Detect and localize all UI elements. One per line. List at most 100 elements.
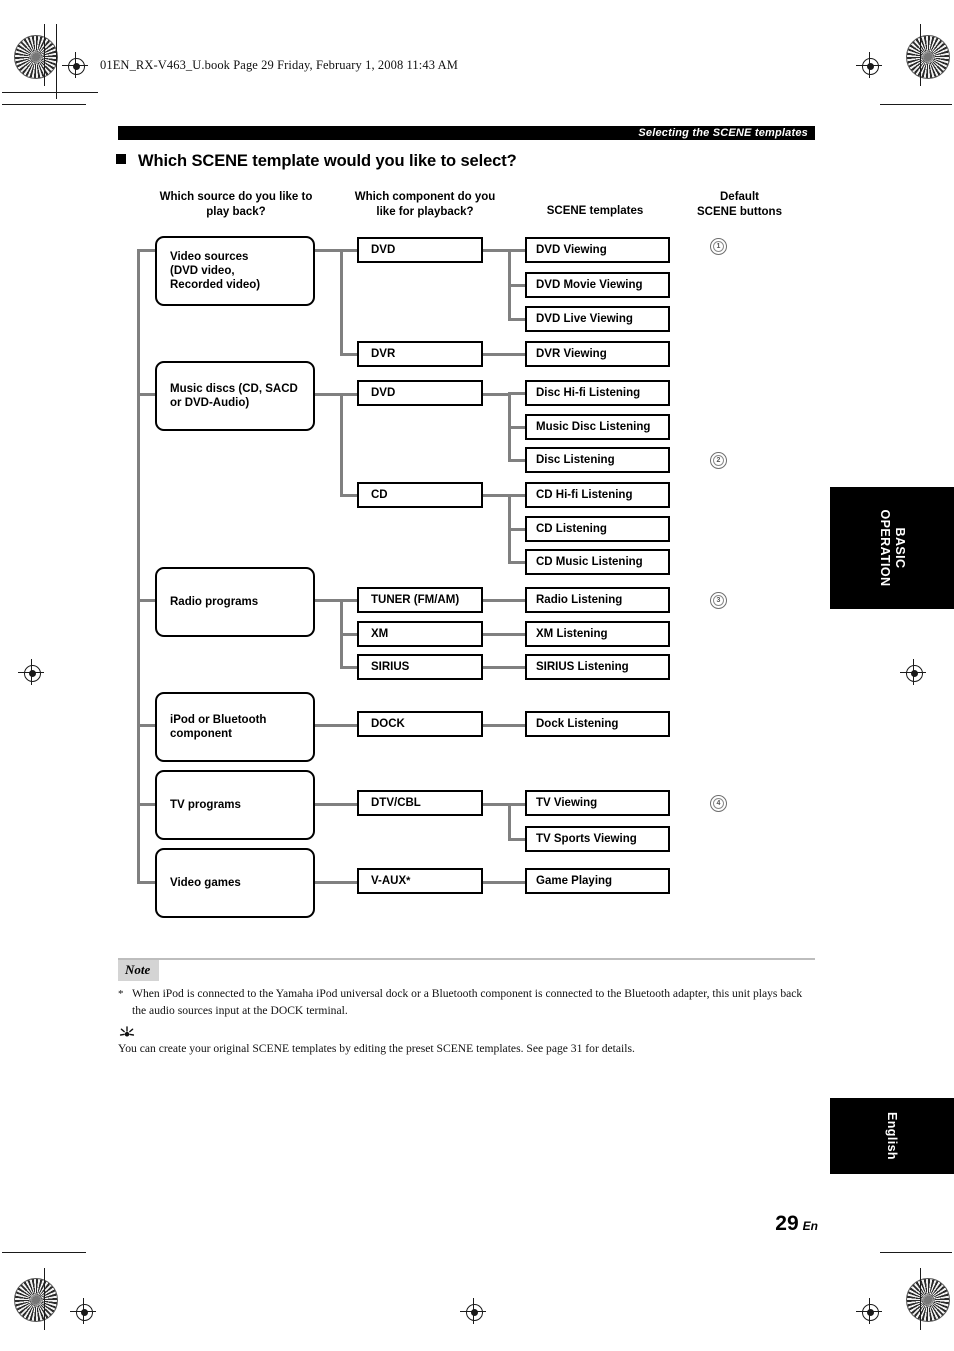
connector-music-out <box>315 393 343 397</box>
side-tab-language: English <box>830 1098 954 1174</box>
component-label-xm: XM <box>371 628 389 640</box>
side-tab-basic-operation: BASIC OPERATION <box>830 487 954 609</box>
connector-dtv-to-t1 <box>508 803 526 807</box>
template-box-cd-listening[interactable]: CD Listening <box>525 516 670 542</box>
source-box-music-discs[interactable]: Music discs (CD, SACD or DVD-Audio) <box>155 361 315 431</box>
source-box-video-sources[interactable]: Video sources (DVD video, Recorded video… <box>155 236 315 306</box>
template-label-tv-viewing: TV Viewing <box>536 797 598 809</box>
connector-xm-to-template <box>483 633 526 637</box>
template-label-music-disc-listening: Music Disc Listening <box>536 421 651 433</box>
note-tag: Note <box>118 960 160 981</box>
template-label-dvr-viewing: DVR Viewing <box>536 348 607 360</box>
tip-bulb-icon <box>118 1024 136 1042</box>
component-label-dvd-video: DVD <box>371 244 396 256</box>
connector-tv-to-dtv <box>315 803 358 807</box>
template-label-game-playing: Game Playing <box>536 875 613 887</box>
connector-music-to-cd <box>340 494 358 498</box>
note-divider <box>118 958 815 960</box>
connector-video-to-dvr <box>340 353 358 357</box>
component-label-sirius: SIRIUS <box>371 661 410 673</box>
source-box-ipod-bluetooth[interactable]: iPod or Bluetooth component <box>155 692 315 762</box>
template-box-dvd-viewing[interactable]: DVD Viewing <box>525 237 670 263</box>
template-box-radio-listening[interactable]: Radio Listening <box>525 587 670 613</box>
scene-button-2-number: 2 <box>716 457 721 464</box>
template-box-dvd-movie-viewing[interactable]: DVD Movie Viewing <box>525 272 670 298</box>
connector-cd-to-t3 <box>508 561 526 565</box>
component-box-cd[interactable]: CD <box>357 482 483 508</box>
component-label-v-aux: V-AUX <box>371 875 407 887</box>
page-number-value: 29 <box>775 1212 799 1235</box>
component-box-dvr[interactable]: DVR <box>357 341 483 367</box>
side-tab-basic-operation-label: BASIC OPERATION <box>877 489 907 607</box>
source-label-video-games: Video games <box>170 877 241 889</box>
connector-dtv-branch-v <box>508 803 512 840</box>
template-box-tv-sports-viewing[interactable]: TV Sports Viewing <box>525 826 670 852</box>
template-box-disc-listening[interactable]: Disc Listening <box>525 447 670 473</box>
component-box-v-aux[interactable]: V-AUX * <box>357 868 483 894</box>
connector-dvdaudio-to-t2 <box>508 426 526 430</box>
template-label-cd-listening: CD Listening <box>536 523 607 535</box>
template-label-disc-hifi-listening: Disc Hi-fi Listening <box>536 387 641 399</box>
scene-button-4-icon: 4 <box>710 795 727 812</box>
scene-button-2-icon: 2 <box>710 452 727 469</box>
connector-dvdvideo-to-t1 <box>508 249 526 253</box>
connector-dock-to-template <box>483 724 526 728</box>
template-box-dock-listening[interactable]: Dock Listening <box>525 711 670 737</box>
note-footnote-marker: * <box>118 988 124 1000</box>
template-box-xm-listening[interactable]: XM Listening <box>525 621 670 647</box>
template-label-dock-listening: Dock Listening <box>536 718 619 730</box>
template-box-cd-music-listening[interactable]: CD Music Listening <box>525 549 670 575</box>
template-box-music-disc-listening[interactable]: Music Disc Listening <box>525 414 670 440</box>
connector-radio-to-xm <box>340 633 358 637</box>
component-box-tuner[interactable]: TUNER (FM/AM) <box>357 587 483 613</box>
footnote-asterisk-v-aux: * <box>406 874 411 887</box>
connector-dtv-out <box>483 803 511 807</box>
connector-dtv-to-t2 <box>508 838 526 842</box>
template-label-disc-listening: Disc Listening <box>536 454 615 466</box>
connector-tuner-to-template <box>483 599 526 603</box>
component-box-dock[interactable]: DOCK <box>357 711 483 737</box>
component-box-dvd-video[interactable]: DVD <box>357 237 483 263</box>
template-box-cd-hifi-listening[interactable]: CD Hi-fi Listening <box>525 482 670 508</box>
component-label-dvr: DVR <box>371 348 396 360</box>
template-box-dvr-viewing[interactable]: DVR Viewing <box>525 341 670 367</box>
side-tab-language-label: English <box>885 1112 899 1160</box>
component-box-xm[interactable]: XM <box>357 621 483 647</box>
connector-dvdaudio-out <box>483 393 511 397</box>
connector-source-spine <box>137 250 141 882</box>
component-label-cd: CD <box>371 489 388 501</box>
template-box-sirius-listening[interactable]: SIRIUS Listening <box>525 654 670 680</box>
source-box-tv-programs[interactable]: TV programs <box>155 770 315 840</box>
connector-cd-out <box>483 494 511 498</box>
page-number: 29 En <box>775 1212 818 1236</box>
template-box-game-playing[interactable]: Game Playing <box>525 868 670 894</box>
template-label-cd-hifi-listening: CD Hi-fi Listening <box>536 489 633 501</box>
scene-button-4-number: 4 <box>716 800 721 807</box>
connector-sirius-to-template <box>483 666 526 670</box>
manual-page: 01EN_RX-V463_U.book Page 29 Friday, Febr… <box>0 0 954 1351</box>
connector-radio-out <box>315 599 343 603</box>
template-box-dvd-live-viewing[interactable]: DVD Live Viewing <box>525 306 670 332</box>
component-box-dtv-cbl[interactable]: DTV/CBL <box>357 790 483 816</box>
connector-video-out <box>315 249 343 253</box>
component-box-dvd-audio[interactable]: DVD <box>357 380 483 406</box>
template-label-tv-sports-viewing: TV Sports Viewing <box>536 833 637 845</box>
source-box-radio-programs[interactable]: Radio programs <box>155 567 315 637</box>
connector-dvdvideo-out <box>483 249 511 253</box>
connector-video-to-dvd <box>340 249 358 253</box>
component-box-sirius[interactable]: SIRIUS <box>357 654 483 680</box>
template-label-dvd-live-viewing: DVD Live Viewing <box>536 313 633 325</box>
template-label-cd-music-listening: CD Music Listening <box>536 556 643 568</box>
template-box-tv-viewing[interactable]: TV Viewing <box>525 790 670 816</box>
connector-cd-to-t1 <box>508 494 526 498</box>
source-label-radio-programs: Radio programs <box>170 596 259 608</box>
template-label-radio-listening: Radio Listening <box>536 594 623 606</box>
connector-dvdaudio-to-t3 <box>508 459 526 463</box>
component-label-tuner: TUNER (FM/AM) <box>371 594 460 606</box>
template-box-disc-hifi-listening[interactable]: Disc Hi-fi Listening <box>525 380 670 406</box>
source-box-video-games[interactable]: Video games <box>155 848 315 918</box>
scene-template-flowchart: Video sources (DVD video, Recorded video… <box>0 0 954 1351</box>
component-label-dvd-audio: DVD <box>371 387 396 399</box>
source-label-video-sources: Video sources (DVD video, Recorded video… <box>170 251 261 291</box>
scene-button-1-icon: 1 <box>710 238 727 255</box>
